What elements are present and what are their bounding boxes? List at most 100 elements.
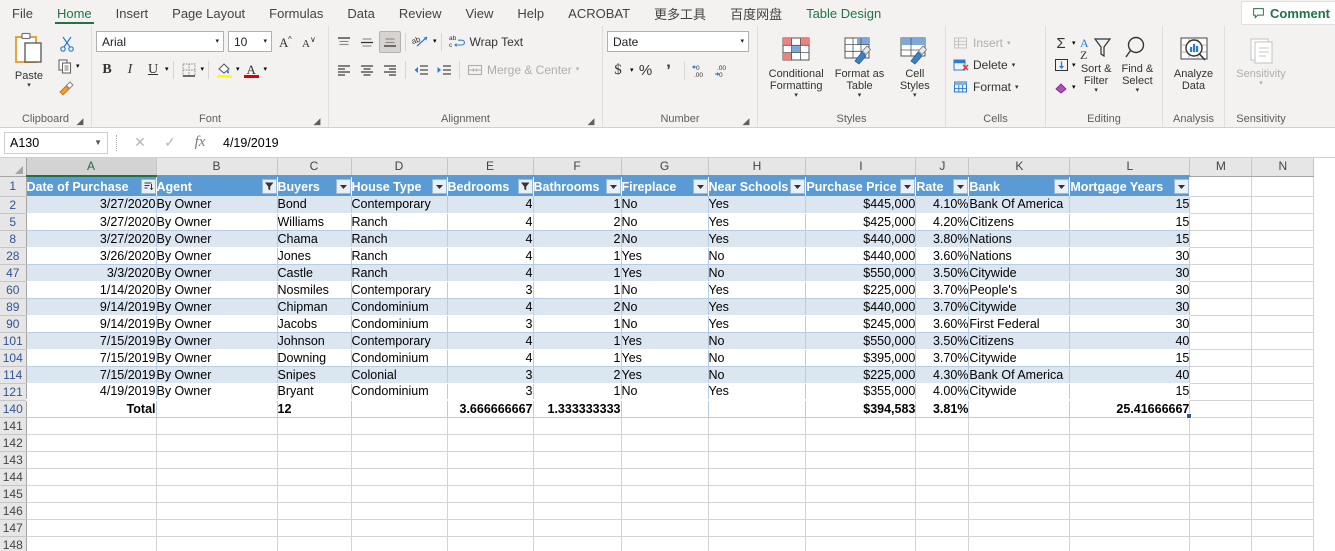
- grid-cell[interactable]: [1189, 502, 1253, 520]
- grid-cell[interactable]: 40: [1069, 366, 1191, 384]
- grid-cell[interactable]: 3.70%: [915, 298, 970, 316]
- row-header-142[interactable]: 142: [0, 434, 27, 452]
- grid-cell[interactable]: 4: [447, 213, 534, 231]
- grid-cell[interactable]: 40: [1069, 332, 1191, 350]
- filter-dropdown-icon[interactable]: [605, 179, 620, 194]
- grid-cell[interactable]: [26, 502, 157, 520]
- format-painter-button[interactable]: [54, 77, 80, 99]
- grid-cell[interactable]: [621, 485, 709, 503]
- insert-cells-button[interactable]: Insert ▾: [950, 32, 1014, 54]
- grid-cell[interactable]: [1251, 315, 1315, 333]
- grid-cell[interactable]: People's: [968, 281, 1071, 299]
- grid-cell[interactable]: 1/14/2020: [26, 281, 157, 299]
- grid-cell[interactable]: $425,000: [805, 213, 917, 231]
- grid-cell[interactable]: [26, 434, 157, 452]
- grid-cell[interactable]: [1251, 451, 1315, 469]
- grid-cell[interactable]: No: [621, 315, 709, 333]
- table-header-cell[interactable]: Bank: [968, 176, 1071, 196]
- grid-cell[interactable]: No: [621, 281, 709, 299]
- row-header-101[interactable]: 101: [0, 332, 27, 350]
- table-row[interactable]: 8 3/27/2020 By Owner Chama Ranch 4 2 No Yes $440,…: [0, 230, 1315, 248]
- grid-cell[interactable]: [1189, 366, 1253, 384]
- filter-dropdown-icon[interactable]: [1054, 179, 1069, 194]
- table-row[interactable]: 90 9/14/2019 By Owner Jacobs Condominium 3 1 No…: [0, 315, 1315, 333]
- grid-row[interactable]: 147: [0, 519, 1315, 537]
- grid-cell[interactable]: 3.70%: [915, 281, 970, 299]
- grid-cell[interactable]: Citizens: [968, 332, 1071, 350]
- grid-cell[interactable]: 2: [533, 366, 622, 384]
- column-header-k[interactable]: K: [968, 158, 1071, 177]
- align-center-button[interactable]: [356, 59, 378, 81]
- grid-cell[interactable]: [1251, 434, 1315, 452]
- row-header-47[interactable]: 47: [0, 264, 27, 282]
- tab-view[interactable]: View: [453, 0, 505, 26]
- grid-cell[interactable]: [351, 519, 448, 537]
- grid-cell[interactable]: Contemporary: [351, 281, 448, 299]
- grid-cell[interactable]: [1251, 485, 1315, 503]
- grid-cell[interactable]: [277, 468, 352, 486]
- grid-row[interactable]: 145: [0, 485, 1315, 503]
- grid-cell[interactable]: [968, 434, 1071, 452]
- grid-cell[interactable]: Downing: [277, 349, 352, 367]
- grid-cell[interactable]: 1: [533, 264, 622, 282]
- grid-cell[interactable]: By Owner: [156, 349, 278, 367]
- formula-input[interactable]: [215, 131, 1331, 154]
- grid-cell[interactable]: [621, 502, 709, 520]
- grid-cell[interactable]: 4.10%: [915, 196, 970, 214]
- grid-cell[interactable]: [1069, 519, 1191, 537]
- cell-styles-chevron-down-icon[interactable]: ▾: [913, 92, 917, 99]
- grid-cell[interactable]: [533, 502, 622, 520]
- increase-decimal-button[interactable]: 0.00: [689, 60, 711, 82]
- grid-cell[interactable]: [1189, 332, 1253, 350]
- grid-cell[interactable]: By Owner: [156, 332, 278, 350]
- grid-cell[interactable]: Contemporary: [351, 196, 448, 214]
- grid-cell[interactable]: 7/15/2019: [26, 366, 157, 384]
- grid-cell[interactable]: 1: [533, 196, 622, 214]
- table-header-cell[interactable]: Bathrooms: [533, 176, 622, 196]
- sensitivity-chevron-down-icon[interactable]: ▾: [1259, 80, 1263, 87]
- decrease-indent-button[interactable]: [410, 59, 432, 81]
- filter-dropdown-icon[interactable]: [790, 179, 805, 194]
- grid-cell[interactable]: [156, 502, 278, 520]
- grid-cell[interactable]: Bank Of America: [968, 196, 1071, 214]
- column-header-h[interactable]: H: [708, 158, 807, 177]
- grid-cell[interactable]: [447, 434, 534, 452]
- grid-cell[interactable]: [1069, 468, 1191, 486]
- grid-cell[interactable]: [968, 485, 1071, 503]
- font-name-chevron-down-icon[interactable]: ▾: [215, 38, 219, 45]
- orientation-chevron-down-icon[interactable]: ▾: [433, 38, 437, 45]
- grid-cell[interactable]: Bryant: [277, 383, 352, 401]
- grid-cell[interactable]: Nosmiles: [277, 281, 352, 299]
- row-header-2[interactable]: 2: [0, 196, 27, 214]
- grid-cell[interactable]: [621, 536, 709, 551]
- number-format-chevron-down-icon[interactable]: ▾: [740, 38, 744, 45]
- grid-cell[interactable]: [1189, 213, 1253, 231]
- italic-button[interactable]: I: [119, 59, 141, 81]
- font-size-chevron-down-icon[interactable]: ▾: [263, 38, 267, 45]
- grid-cell[interactable]: 1: [533, 281, 622, 299]
- tab-acrobat[interactable]: ACROBAT: [556, 0, 642, 26]
- grid-cell[interactable]: 1: [533, 315, 622, 333]
- row-header-60[interactable]: 60: [0, 281, 27, 299]
- grid-cell[interactable]: 3.70%: [915, 349, 970, 367]
- table-row[interactable]: 5 3/27/2020 By Owner Williams Ranch 4 2 No Yes $4…: [0, 213, 1315, 231]
- grid-cell[interactable]: Citywide: [968, 349, 1071, 367]
- grid-cell[interactable]: $550,000: [805, 264, 917, 282]
- grid-cell[interactable]: [1251, 332, 1315, 350]
- grid-cell[interactable]: [156, 536, 278, 551]
- grid-cell[interactable]: $395,000: [805, 349, 917, 367]
- row-header-90[interactable]: 90: [0, 315, 27, 333]
- grid-cell[interactable]: [1189, 349, 1253, 367]
- table-header-cell[interactable]: House Type: [351, 176, 448, 196]
- grid-cell[interactable]: [621, 434, 709, 452]
- grid-cell[interactable]: 3: [447, 315, 534, 333]
- grid-cell[interactable]: [277, 485, 352, 503]
- grid-cell[interactable]: [351, 502, 448, 520]
- font-color-chevron-down-icon[interactable]: ▾: [264, 66, 268, 73]
- grid-cell[interactable]: [1251, 247, 1315, 265]
- grid-cell[interactable]: [533, 536, 622, 551]
- align-top-button[interactable]: [333, 31, 355, 53]
- grid-cell[interactable]: Yes: [621, 332, 709, 350]
- grid-cell[interactable]: 4.20%: [915, 213, 970, 231]
- grid-cell[interactable]: [915, 417, 970, 435]
